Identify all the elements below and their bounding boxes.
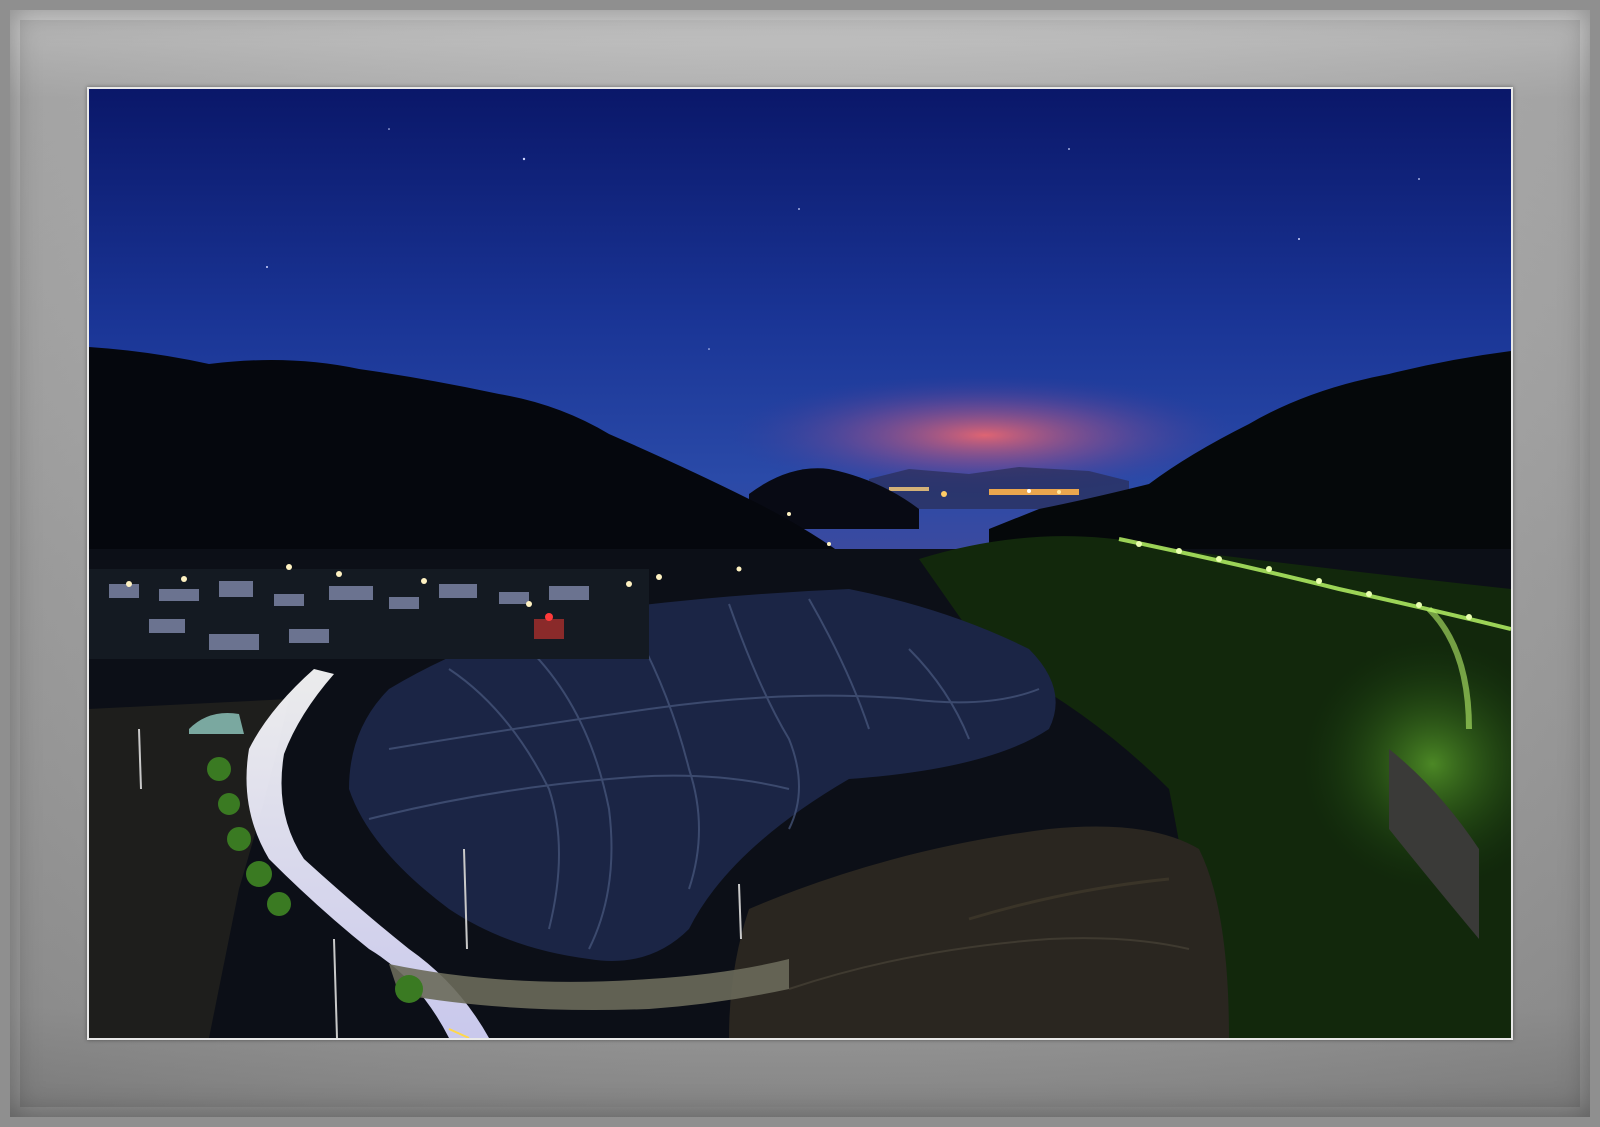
landscape-illustration (89, 89, 1511, 1038)
village (89, 569, 649, 659)
night-landscape-photo (89, 89, 1511, 1038)
